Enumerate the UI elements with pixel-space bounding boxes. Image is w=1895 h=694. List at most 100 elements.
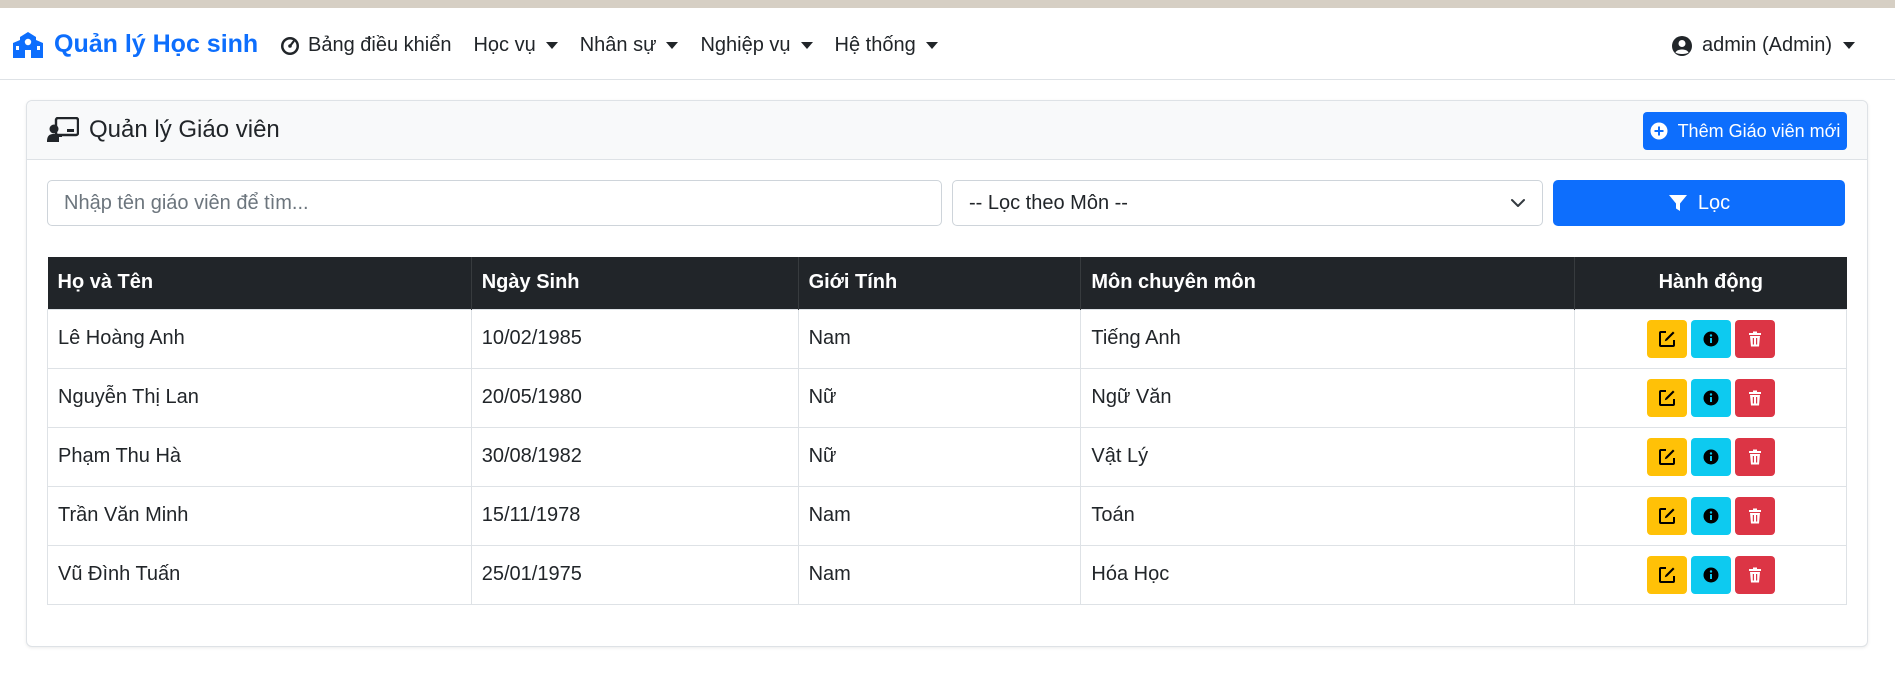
cell-subject: Tiếng Anh <box>1080 308 1576 369</box>
cell-subject: Toán <box>1080 485 1576 546</box>
cell-birth-date: 25/01/1975 <box>470 544 799 605</box>
top-navbar: Quản lý Học sinh Bảng điều khiển Học vụ … <box>0 8 1895 80</box>
cell-birth-date: 15/11/1978 <box>470 485 799 546</box>
cell-full-name: Vũ Đình Tuấn <box>47 544 472 605</box>
info-button[interactable] <box>1690 319 1731 358</box>
school-icon <box>13 31 43 58</box>
edit-icon <box>1658 566 1675 583</box>
header-subject[interactable]: Môn chuyên môn <box>1080 257 1576 309</box>
caret-down-icon <box>800 42 813 49</box>
cell-gender: Nam <box>797 544 1082 605</box>
nav-hoc-vu-label: Học vụ <box>473 34 536 56</box>
edit-icon <box>1658 448 1675 465</box>
brand-link[interactable]: Quản lý Học sinh <box>12 30 258 59</box>
cell-birth-date: 30/08/1982 <box>470 426 799 487</box>
nav-he-thong-label: Hệ thống <box>834 34 916 56</box>
nav-dashboard-label: Bảng điều khiển <box>308 34 452 56</box>
header-gender[interactable]: Giới Tính <box>798 257 1082 309</box>
cell-actions <box>1574 544 1847 605</box>
info-icon <box>1703 508 1719 523</box>
caret-down-icon <box>545 42 558 49</box>
delete-button[interactable] <box>1734 555 1775 594</box>
header-birth-date[interactable]: Ngày Sinh <box>471 257 799 309</box>
table-header-row: Họ và Tên Ngày Sinh Giới Tính Môn chuyên… <box>47 257 1847 309</box>
add-teacher-label: Thêm Giáo viên mới <box>1677 120 1841 141</box>
nav-nghiep-vu[interactable]: Nghiệp vụ <box>700 34 813 57</box>
row-actions <box>1646 437 1775 476</box>
table-row: Vũ Đình Tuấn 25/01/1975 Nam Hóa Học <box>47 544 1847 605</box>
info-button[interactable] <box>1690 496 1731 535</box>
row-actions <box>1646 555 1775 594</box>
info-icon <box>1703 449 1719 464</box>
page-title-text: Quản lý Giáo viên <box>89 116 280 143</box>
info-icon <box>1703 390 1719 405</box>
row-actions <box>1646 319 1775 358</box>
header-actions: Hành động <box>1574 257 1847 309</box>
filter-button[interactable]: Lọc <box>1553 180 1845 226</box>
delete-button[interactable] <box>1734 319 1775 358</box>
edit-button[interactable] <box>1646 319 1687 358</box>
edit-icon <box>1658 389 1675 406</box>
edit-button[interactable] <box>1646 378 1687 417</box>
row-actions <box>1646 496 1775 535</box>
nav-nhan-su[interactable]: Nhân sự <box>580 34 679 57</box>
edit-icon <box>1658 330 1675 347</box>
cell-full-name: Phạm Thu Hà <box>47 426 472 487</box>
nav-nhan-su-label: Nhân sự <box>579 34 657 56</box>
header-full-name[interactable]: Họ và Tên <box>47 257 472 309</box>
main-nav: Bảng điều khiển Học vụ Nhân sự Nghiệp vụ… <box>280 34 960 57</box>
teacher-table: Họ và Tên Ngày Sinh Giới Tính Môn chuyên… <box>47 257 1847 605</box>
caret-down-icon <box>1843 42 1855 49</box>
cell-full-name: Trần Văn Minh <box>47 485 472 546</box>
teacher-board-icon <box>47 117 79 142</box>
cell-actions <box>1574 426 1847 487</box>
nav-hoc-vu[interactable]: Học vụ <box>473 34 558 57</box>
trash-icon <box>1748 331 1761 346</box>
nav-he-thong[interactable]: Hệ thống <box>835 34 938 57</box>
info-icon <box>1703 567 1719 582</box>
info-button[interactable] <box>1690 437 1731 476</box>
cell-actions <box>1574 308 1847 369</box>
edit-button[interactable] <box>1646 496 1687 535</box>
page-title: Quản lý Giáo viên <box>47 116 280 144</box>
cell-subject: Hóa Học <box>1080 544 1576 605</box>
nav-dashboard[interactable]: Bảng điều khiển <box>280 34 451 57</box>
user-label: admin (Admin) <box>1701 34 1832 56</box>
gauge-icon <box>281 36 299 55</box>
add-teacher-button[interactable]: Thêm Giáo viên mới <box>1643 112 1847 150</box>
cell-birth-date: 10/02/1985 <box>470 308 799 369</box>
trash-icon <box>1748 508 1761 523</box>
delete-button[interactable] <box>1734 378 1775 417</box>
card-header: Quản lý Giáo viên Thêm Giáo viên mới <box>27 101 1867 160</box>
trash-icon <box>1748 449 1761 464</box>
filter-bar: -- Lọc theo Môn -- Lọc <box>47 180 1847 226</box>
user-menu[interactable]: admin (Admin) <box>1671 34 1855 57</box>
caret-down-icon <box>666 42 679 49</box>
teacher-search-input[interactable] <box>47 180 942 226</box>
teacher-management-card: Quản lý Giáo viên Thêm Giáo viên mới -- … <box>26 100 1868 647</box>
edit-button[interactable] <box>1646 437 1687 476</box>
filter-button-label: Lọc <box>1697 191 1731 214</box>
cell-subject: Ngữ Văn <box>1080 367 1576 428</box>
info-button[interactable] <box>1690 555 1731 594</box>
window-top-strip <box>0 0 1895 8</box>
delete-button[interactable] <box>1734 496 1775 535</box>
trash-icon <box>1748 390 1761 405</box>
edit-button[interactable] <box>1646 555 1687 594</box>
cell-actions <box>1574 367 1847 428</box>
trash-icon <box>1748 567 1761 582</box>
cell-full-name: Lê Hoàng Anh <box>47 308 472 369</box>
info-button[interactable] <box>1690 378 1731 417</box>
delete-button[interactable] <box>1734 437 1775 476</box>
table-row: Trần Văn Minh 15/11/1978 Nam Toán <box>47 485 1847 546</box>
info-icon <box>1703 331 1719 346</box>
cell-full-name: Nguyễn Thị Lan <box>47 367 472 428</box>
nav-nghiep-vu-label: Nghiệp vụ <box>700 34 791 56</box>
cell-gender: Nữ <box>797 367 1082 428</box>
subject-filter-select[interactable]: -- Lọc theo Môn -- <box>952 180 1543 226</box>
cell-gender: Nam <box>797 485 1082 546</box>
cell-birth-date: 20/05/1980 <box>470 367 799 428</box>
user-circle-icon <box>1671 35 1692 56</box>
funnel-icon <box>1668 195 1687 211</box>
brand-title: Quản lý Học sinh <box>54 30 259 58</box>
